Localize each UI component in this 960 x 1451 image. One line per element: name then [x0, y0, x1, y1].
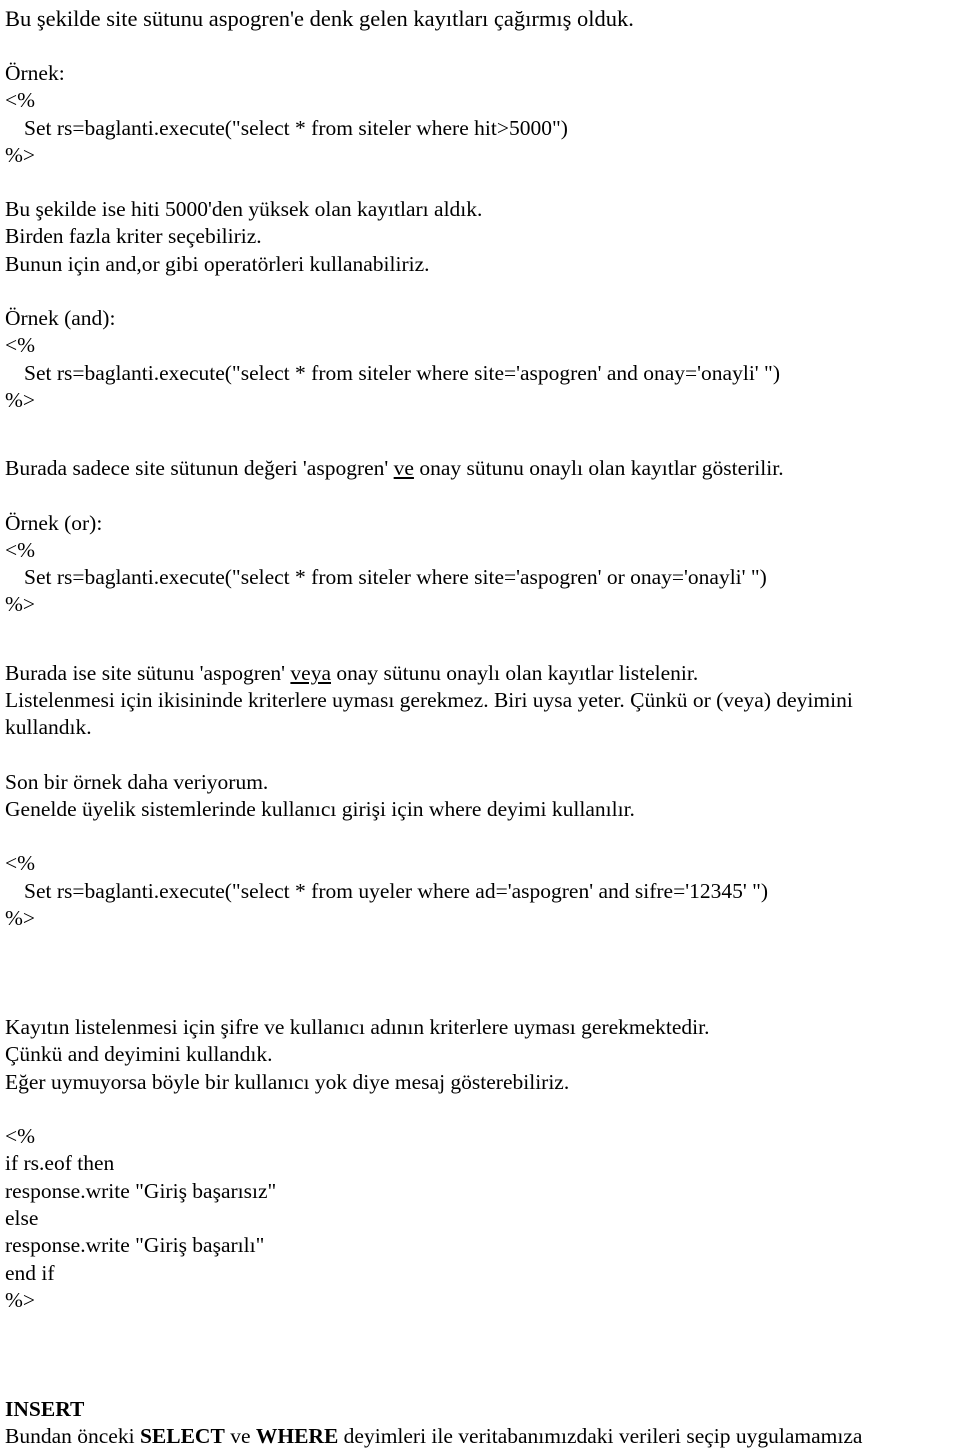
asp-close-tag-4: %>: [5, 905, 36, 930]
asp-open-tag-1: <%: [5, 88, 36, 113]
code-line-write-success: response.write "Giriş başarılı": [5, 1233, 265, 1258]
intro-paragraph: Bu şekilde site sütunu aspogren'e denk g…: [5, 6, 634, 31]
paragraph-multiple-criteria: Birden fazla kriter seçebiliriz.: [5, 224, 262, 249]
or-explanation-prefix: Burada ise site sütunu 'aspogren': [5, 660, 291, 685]
code-line-end-if: end if: [5, 1260, 55, 1285]
document-page: Bu şekilde site sütunu aspogren'e denk g…: [0, 0, 960, 1448]
code-line-write-fail: response.write "Giriş başarısız": [5, 1178, 277, 1203]
insert-intro-prefix: Bundan önceki: [5, 1424, 140, 1449]
paragraph-or-explanation-line-3: kullandık.: [5, 715, 92, 740]
example-label-and: Örnek (and):: [5, 306, 116, 331]
paragraph-operators: Bunun için and,or gibi operatörleri kull…: [5, 251, 430, 276]
or-keyword-underlined: veya: [290, 660, 331, 685]
asp-open-tag-5: <%: [5, 1124, 36, 1149]
example-label-basic: Örnek:: [5, 61, 65, 85]
paragraph-final-example-intro: Son bir örnek daha veriyorum.: [5, 769, 269, 794]
paragraph-login-usage: Genelde üyelik sistemlerinde kullanıcı g…: [5, 796, 635, 821]
asp-open-tag-2: <%: [5, 333, 36, 358]
document-body: Bu şekilde site sütunu aspogren'e denk g…: [5, 5, 955, 1451]
code-line-if-eof: if rs.eof then: [5, 1151, 115, 1176]
paragraph-hit-explanation: Bu şekilde ise hiti 5000'den yüksek olan…: [5, 197, 483, 222]
and-explanation-prefix: Burada sadece site sütunun değeri 'aspog…: [5, 456, 394, 481]
code-line-select-or: Set rs=baglanti.execute("select * from s…: [24, 565, 767, 590]
paragraph-login-criteria: Kayıtın listelenmesi için şifre ve kulla…: [5, 1015, 710, 1040]
code-line-select-hit: Set rs=baglanti.execute("select * from s…: [24, 115, 568, 140]
and-keyword-underlined: ve: [393, 456, 414, 481]
code-line-select-and: Set rs=baglanti.execute("select * from s…: [24, 360, 780, 385]
where-keyword-bold: WHERE: [255, 1424, 339, 1449]
asp-close-tag-1: %>: [5, 142, 36, 167]
paragraph-or-explanation-line-2: Listelenmesi için ikisininde kriterlere …: [5, 688, 853, 713]
paragraph-insert-intro: Bundan önceki SELECT ve WHERE deyimleri …: [5, 1423, 955, 1450]
example-label-or: Örnek (or):: [5, 510, 103, 535]
and-explanation-suffix: onay sütunu onaylı olan kayıtlar gösteri…: [413, 456, 784, 481]
select-keyword-bold: SELECT: [139, 1424, 225, 1449]
code-line-select-uyeler: Set rs=baglanti.execute("select * from u…: [24, 878, 769, 903]
asp-close-tag-2: %>: [5, 387, 36, 412]
asp-open-tag-4: <%: [5, 851, 36, 876]
code-line-else: else: [5, 1205, 39, 1230]
paragraph-no-user-message: Eğer uymuyorsa böyle bir kullanıcı yok d…: [5, 1069, 570, 1094]
insert-intro-middle: ve: [224, 1424, 256, 1449]
paragraph-and-used: Çünkü and deyimini kullandık.: [5, 1042, 273, 1067]
or-explanation-suffix: onay sütunu onaylı olan kayıtlar listele…: [331, 660, 699, 685]
paragraph-and-explanation: Burada sadece site sütunun değeri 'aspog…: [5, 455, 955, 482]
insert-section-heading: INSERT: [5, 1397, 85, 1422]
asp-close-tag-5: %>: [5, 1287, 36, 1312]
paragraph-or-explanation: Burada ise site sütunu 'aspogren' veya o…: [5, 660, 955, 687]
insert-intro-suffix: deyimleri ile veritabanımızdaki verileri…: [338, 1424, 863, 1449]
asp-close-tag-3: %>: [5, 592, 36, 617]
asp-open-tag-3: <%: [5, 537, 36, 562]
